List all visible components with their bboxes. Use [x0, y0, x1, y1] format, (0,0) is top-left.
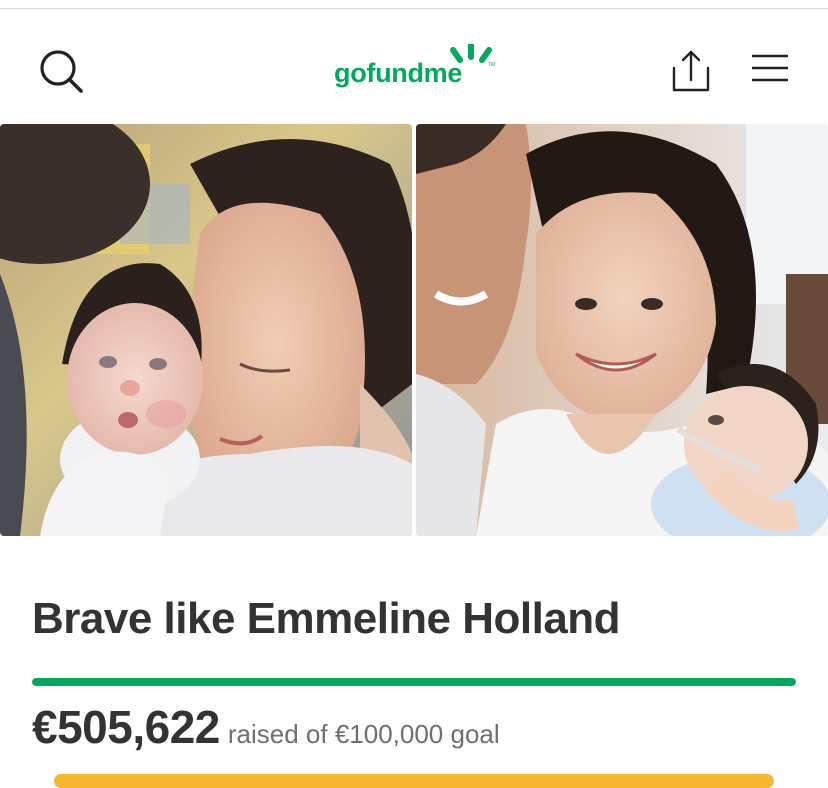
- campaign-title: Brave like Emmeline Holland: [32, 594, 621, 643]
- trademark-label: TM: [488, 62, 496, 68]
- menu-button[interactable]: [750, 52, 790, 88]
- header: gofundme TM: [0, 10, 828, 124]
- goal-text: raised of €100,000 goal: [227, 719, 500, 749]
- gofundme-logo[interactable]: gofundme TM: [334, 44, 499, 98]
- raised-amount: €505,622: [32, 701, 220, 753]
- campaign-photos: [0, 124, 828, 536]
- share-button[interactable]: [668, 46, 714, 98]
- donation-summary: €505,622 raised of €100,000 goal: [32, 700, 500, 754]
- search-icon: [40, 50, 83, 93]
- hamburger-menu-icon: [752, 54, 788, 82]
- search-button[interactable]: [36, 46, 86, 96]
- progress-bar-fill: [32, 678, 796, 686]
- campaign-photo-family-selfie[interactable]: [416, 124, 828, 536]
- campaign-photo-mother-baby[interactable]: [0, 124, 412, 536]
- logo-wordmark: gofundme: [334, 58, 463, 88]
- donate-button[interactable]: [54, 774, 774, 788]
- progress-bar: [32, 678, 796, 686]
- top-divider: [0, 0, 828, 9]
- share-icon: [672, 50, 710, 92]
